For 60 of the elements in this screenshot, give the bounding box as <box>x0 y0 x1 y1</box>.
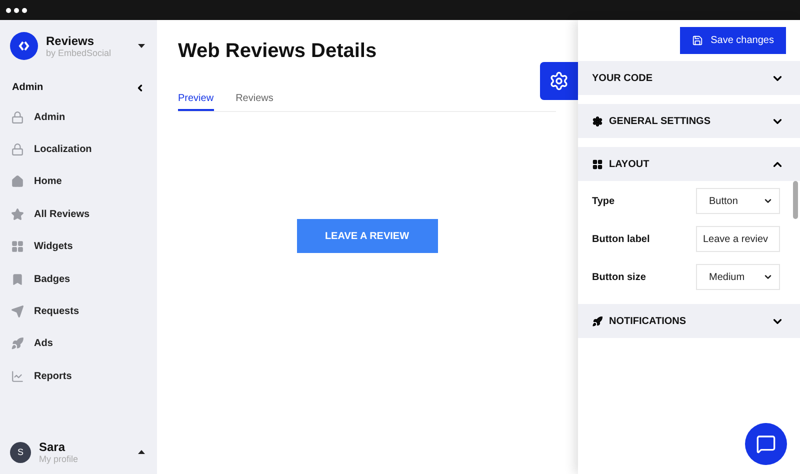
leave-review-button[interactable]: LEAVE A REVIEW <box>296 219 438 253</box>
user-name: Sara <box>39 440 66 454</box>
chevron-down-icon <box>763 272 773 282</box>
sidebar-item[interactable]: Badges <box>0 262 157 296</box>
caret-icon[interactable] <box>138 450 145 454</box>
input-field[interactable]: Leave a reviev <box>696 226 780 252</box>
field-label: Type <box>592 196 615 206</box>
chat-button[interactable] <box>745 423 787 465</box>
field-label: Button size <box>592 272 646 282</box>
star-icon <box>11 208 24 221</box>
avatar: S <box>10 442 31 462</box>
sidebar-item[interactable]: Home <box>0 166 157 198</box>
logo-icon <box>10 32 38 60</box>
grid-icon <box>11 240 24 254</box>
sidebar-item[interactable]: Reports <box>0 360 157 393</box>
brand-subtitle: by EmbedSocial <box>46 48 112 58</box>
sidebar-item[interactable]: Widgets <box>0 230 157 263</box>
window-dot-icon <box>22 8 27 12</box>
lock-icon <box>11 143 24 156</box>
scrollbar[interactable] <box>793 181 798 219</box>
line-chart-icon <box>11 370 24 383</box>
sidebar-item[interactable]: Admin <box>0 101 157 134</box>
section-title: NOTIFICATIONS <box>609 316 688 326</box>
tab[interactable]: Preview <box>178 93 214 111</box>
tab[interactable]: Reviews <box>236 93 274 111</box>
lock-icon <box>11 110 24 124</box>
section-title: YOUR CODE <box>592 72 654 84</box>
sidebar-item[interactable]: All Reviews <box>0 198 157 231</box>
brand-name: Reviews <box>46 34 96 48</box>
paper-plane-icon <box>11 305 24 318</box>
home-icon <box>11 175 24 188</box>
window-dot-icon <box>6 8 11 12</box>
chat-icon <box>756 434 776 454</box>
sidebar-item[interactable]: Requests <box>0 295 157 328</box>
settings-icon <box>549 71 569 91</box>
field-label: Button label <box>592 234 650 244</box>
window-dot-icon <box>14 8 19 12</box>
page-title: Web Reviews Details <box>178 40 378 63</box>
group-label: Admin <box>12 82 44 93</box>
grid-icon <box>592 158 603 170</box>
rocket-icon <box>11 337 24 350</box>
save-button[interactable]: Save changes <box>680 27 786 54</box>
collapse-icon[interactable] <box>135 82 145 92</box>
section-header[interactable]: NOTIFICATIONS <box>578 304 800 338</box>
sidebar-item[interactable]: Localization <box>0 133 157 166</box>
section-title: GENERAL SETTINGS <box>609 116 712 126</box>
rocket-icon <box>592 316 603 326</box>
sidebar-item[interactable]: Ads <box>0 328 157 360</box>
select-field[interactable]: Button <box>696 188 780 214</box>
section-header[interactable]: YOUR CODE <box>578 61 800 95</box>
settings-button[interactable] <box>540 62 578 100</box>
chevron-down-icon <box>763 196 773 206</box>
caret-icon[interactable] <box>138 44 145 48</box>
section-header[interactable]: LAYOUT <box>578 147 800 181</box>
section-header[interactable]: GENERAL SETTINGS <box>578 104 800 138</box>
select-field[interactable]: Medium <box>696 264 780 290</box>
user-subtitle: My profile <box>39 454 80 464</box>
gear-icon <box>592 116 603 126</box>
section-title: LAYOUT <box>609 158 650 170</box>
bookmark-icon <box>11 272 24 286</box>
